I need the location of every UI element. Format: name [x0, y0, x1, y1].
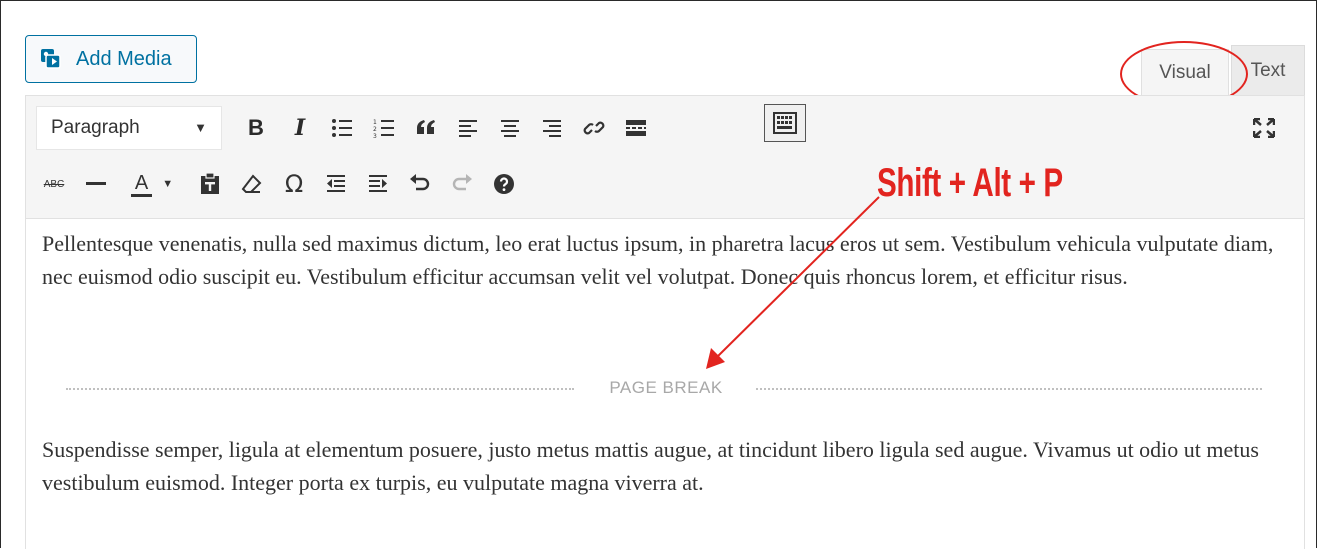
bulleted-list-button[interactable] [324, 110, 360, 146]
tab-visual[interactable]: Visual [1141, 49, 1229, 95]
horizontal-line-button[interactable] [78, 166, 114, 202]
bold-icon: B [248, 115, 264, 140]
align-left-button[interactable] [450, 110, 486, 146]
text-color-icon: A [130, 171, 153, 197]
blockquote-icon [417, 120, 435, 134]
bold-button[interactable]: B [238, 110, 274, 146]
clear-formatting-icon [241, 174, 262, 193]
shortcut-annotation: Shift + Alt + P [877, 161, 1063, 205]
add-media-label: Add Media [76, 47, 172, 70]
strikethrough-icon: ABC [43, 178, 65, 190]
tab-text-label: Text [1250, 59, 1286, 81]
editor-frame: Add Media Visual Text Paragraph ▼ B I 1 … [0, 0, 1317, 549]
fullscreen-button[interactable] [1246, 110, 1282, 146]
paste-as-text-button[interactable] [192, 166, 228, 202]
italic-icon: I [294, 115, 306, 141]
horizontal-line-icon [86, 182, 106, 185]
numbered-list-button[interactable]: 1 2 3 [366, 110, 402, 146]
special-character-button[interactable]: Ω [276, 166, 312, 202]
help-icon [494, 174, 514, 194]
toolbar-toggle-icon [773, 112, 797, 134]
format-select[interactable]: Paragraph ▼ [36, 106, 222, 150]
align-left-icon [459, 120, 477, 137]
text-color-button[interactable]: A ▼ [122, 166, 182, 202]
bulleted-list-icon [332, 119, 352, 137]
redo-icon [452, 174, 472, 191]
read-more-button[interactable] [618, 110, 654, 146]
indent-button[interactable] [360, 166, 396, 202]
tab-visual-label: Visual [1159, 61, 1211, 83]
fullscreen-icon [1253, 118, 1275, 138]
align-right-icon [543, 120, 561, 137]
align-right-button[interactable] [534, 110, 570, 146]
insert-link-button[interactable] [576, 110, 612, 146]
undo-button[interactable] [402, 166, 438, 202]
text-color-glyph: A [134, 171, 149, 194]
content-paragraph-2[interactable]: Suspendisse semper, ligula at elementum … [42, 433, 1292, 499]
page-break-label: PAGE BREAK [609, 378, 723, 397]
chevron-down-icon: ▼ [194, 120, 207, 135]
svg-text:2: 2 [373, 126, 377, 133]
svg-text:3: 3 [373, 133, 377, 138]
page-break-divider-right [756, 388, 1262, 390]
chevron-down-icon: ▼ [162, 178, 174, 190]
svg-text:1: 1 [373, 119, 377, 126]
page-break-marker[interactable]: PAGE BREAK [66, 378, 1262, 398]
toolbar-toggle-button[interactable] [764, 104, 806, 142]
help-button[interactable] [486, 166, 522, 202]
paste-as-text-icon [201, 173, 219, 194]
strikethrough-button[interactable]: ABC [36, 166, 72, 202]
align-center-icon [501, 120, 519, 137]
outdent-icon [327, 175, 345, 192]
italic-button[interactable]: I [282, 110, 318, 146]
numbered-list-icon: 1 2 3 [373, 119, 394, 138]
tab-text[interactable]: Text [1231, 45, 1305, 95]
format-select-value: Paragraph [51, 117, 140, 138]
outdent-button[interactable] [318, 166, 354, 202]
editor-content[interactable]: Pellentesque venenatis, nulla sed maximu… [25, 219, 1305, 549]
page-break-divider-left [66, 388, 574, 390]
read-more-icon [626, 120, 646, 136]
editor-toolbar: Paragraph ▼ B I 1 2 3 ABC A ▼ Ω [25, 95, 1305, 219]
redo-button[interactable] [444, 166, 480, 202]
align-center-button[interactable] [492, 110, 528, 146]
special-character-icon: Ω [284, 170, 304, 198]
content-paragraph-1[interactable]: Pellentesque venenatis, nulla sed maximu… [42, 227, 1292, 293]
link-icon [583, 121, 605, 135]
add-media-icon [40, 48, 66, 70]
blockquote-button[interactable] [408, 110, 444, 146]
indent-icon [369, 175, 387, 192]
clear-formatting-button[interactable] [234, 166, 270, 202]
undo-icon [410, 174, 430, 191]
add-media-button[interactable]: Add Media [25, 35, 197, 83]
